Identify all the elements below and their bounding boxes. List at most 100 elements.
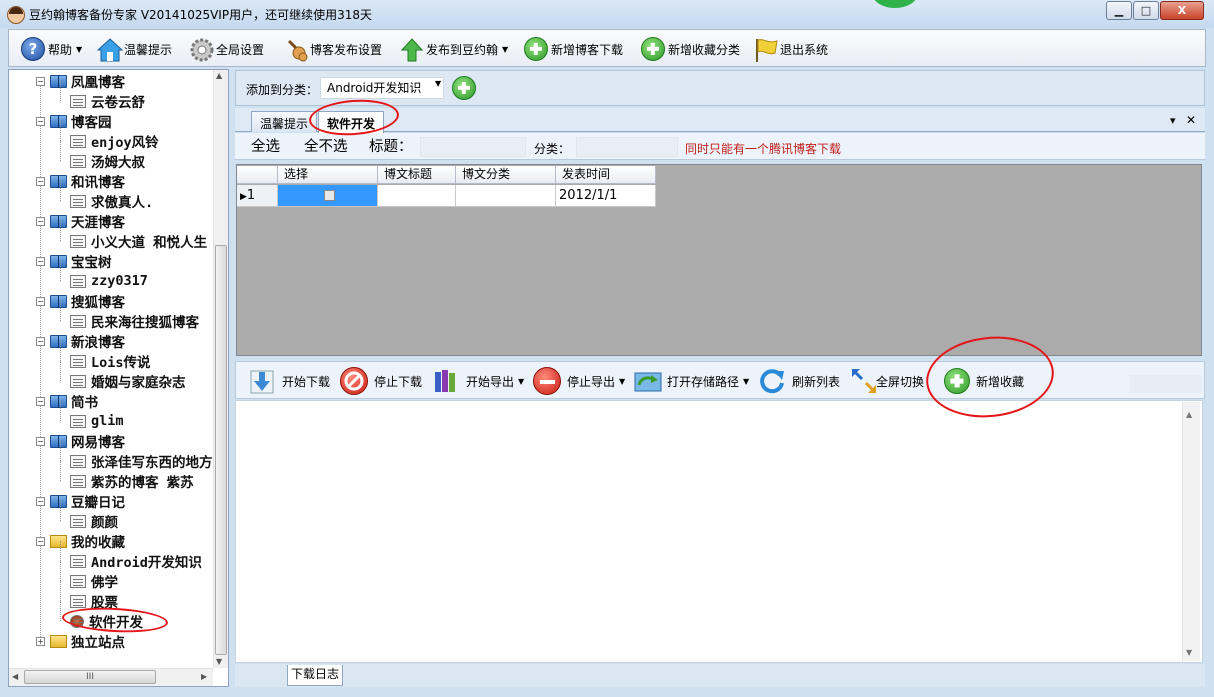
tree-group-item[interactable]: 博客园 (50, 111, 212, 131)
tree-leaf-item[interactable]: 汤姆大叔 (70, 151, 212, 171)
tree-leaf-item[interactable]: 佛学 (70, 571, 212, 591)
maximize-button[interactable]: □ (1133, 1, 1159, 20)
scroll-down-arrow-icon[interactable]: ▼ (216, 657, 222, 666)
tree-group-item[interactable]: 网易博客 (50, 431, 212, 451)
grid-header-category[interactable]: 博文分类 (456, 166, 556, 184)
collapse-toggle-icon[interactable]: − (36, 437, 45, 446)
tree-group-item[interactable]: 和讯博客 (50, 171, 212, 191)
global-settings-button[interactable]: 全局设置 (189, 34, 264, 64)
tree-group-item[interactable]: 天涯博客 (50, 211, 212, 231)
collapse-toggle-icon[interactable]: − (36, 117, 45, 126)
tree-leaf-item[interactable]: 云卷云舒 (70, 91, 212, 111)
blog-book-icon (50, 334, 67, 348)
help-button[interactable]: ? 帮助 ▼ (21, 34, 82, 64)
fullscreen-toggle-button[interactable]: 全屏切换 (850, 365, 924, 397)
collapse-toggle-icon[interactable]: − (36, 337, 45, 346)
flag-icon (753, 37, 778, 62)
collapse-toggle-icon[interactable]: − (36, 217, 45, 226)
tree-group-item[interactable]: 简书 (50, 391, 212, 411)
tab-pin-icon[interactable]: ▾ (1170, 114, 1176, 127)
tree-leaf-item[interactable]: 张泽佳写东西的地方 (70, 451, 212, 471)
tree-group-item[interactable]: 独立站点 (50, 631, 212, 651)
blog-page-icon (70, 574, 86, 588)
tree-leaf-item[interactable]: 婚姻与家庭杂志 (70, 371, 212, 391)
tree-branch-connector (60, 181, 61, 201)
publish-to-doujohn-button[interactable]: 发布到豆约翰 ▼ (399, 34, 508, 64)
tree-leaf-item[interactable]: enjoy风铃 (70, 131, 212, 151)
start-download-button[interactable]: 开始下载 (248, 365, 330, 397)
select-all-button[interactable]: 全选 (251, 135, 280, 156)
table-row[interactable]: ▶1 (237, 185, 278, 207)
tree-horizontal-scroll-thumb[interactable]: III (24, 670, 156, 684)
stop-download-button[interactable]: 停止下载 (340, 365, 422, 397)
tree-group-item[interactable]: 豆瓣日记 (50, 491, 212, 511)
stop-export-button[interactable]: 停止导出 ▼ (533, 365, 625, 397)
tree-leaf-item[interactable]: 求傲真人. (70, 191, 212, 211)
grid-header-date[interactable]: 发表时间 (556, 166, 656, 184)
title-filter-input[interactable] (420, 137, 526, 157)
tree-leaf-item[interactable]: 紫苏的博客 紫苏 (70, 471, 212, 491)
category-select[interactable]: Android开发知识 (320, 77, 444, 99)
row-category-cell[interactable] (456, 185, 556, 207)
scroll-left-arrow-icon[interactable]: ◀ (12, 672, 18, 681)
tree-leaf-item[interactable]: Android开发知识 (70, 551, 212, 571)
tab-download-log[interactable]: 下载日志 (287, 665, 343, 686)
tree-branch-connector (60, 581, 61, 601)
row-index: 1 (246, 188, 256, 203)
grid-header-title[interactable]: 博文标题 (378, 166, 456, 184)
minimize-button[interactable]: ▁ (1106, 1, 1132, 20)
add-category-icon[interactable] (452, 76, 476, 100)
tree-vertical-scroll-thumb[interactable] (215, 245, 227, 655)
tree-leaf-item[interactable]: zzy0317 (70, 271, 212, 291)
row-date-cell[interactable]: 2012/1/1 (556, 185, 656, 207)
start-export-button[interactable]: 开始导出 ▼ (432, 365, 524, 397)
collapse-toggle-icon[interactable]: − (36, 257, 45, 266)
refresh-list-button[interactable]: 刷新列表 (758, 365, 840, 397)
blog-publish-settings-button[interactable]: 博客发布设置 (283, 34, 382, 64)
chevron-down-icon: ▼ (619, 376, 626, 386)
tree-leaf-item[interactable]: 民来海往搜狐博客 (70, 311, 212, 331)
tab-close-icon[interactable]: ✕ (1186, 113, 1196, 127)
add-blog-download-button[interactable]: 新增博客下载 (524, 34, 623, 64)
tree-group-item[interactable]: 凤凰博客 (50, 71, 212, 91)
tree-leaf-item[interactable]: 小义大道 和悦人生 (70, 231, 212, 251)
collapse-toggle-icon[interactable]: − (36, 177, 45, 186)
collapse-toggle-icon[interactable]: − (36, 497, 45, 506)
tree-group-item[interactable]: 宝宝树 (50, 251, 212, 271)
chevron-down-icon: ▼ (743, 376, 750, 386)
exit-button[interactable]: 退出系统 (753, 34, 828, 64)
row-checkbox[interactable] (324, 190, 335, 201)
category-filter-input[interactable] (576, 137, 678, 157)
add-favorite-category-button[interactable]: 新增收藏分类 (641, 34, 740, 64)
tree-leaf-item[interactable]: Lois传说 (70, 351, 212, 371)
row-title-cell[interactable] (378, 185, 456, 207)
collapse-toggle-icon[interactable]: − (36, 537, 45, 546)
tree-group-item[interactable]: 我的收藏 (50, 531, 212, 551)
blog-page-icon (70, 314, 86, 328)
select-none-button[interactable]: 全不选 (304, 135, 348, 156)
tree-leaf-item[interactable]: glim (70, 411, 212, 431)
row-select-cell[interactable] (278, 185, 378, 207)
expand-toggle-icon[interactable]: + (36, 637, 45, 646)
tree-branch-connector (60, 401, 61, 421)
collapse-toggle-icon[interactable]: − (36, 77, 45, 86)
grid-header-select[interactable]: 选择 (278, 166, 378, 184)
tree-group-item[interactable]: 新浪博客 (50, 331, 212, 351)
scroll-up-arrow-icon[interactable]: ▲ (216, 71, 222, 80)
tree-node-label: 汤姆大叔 (91, 155, 145, 171)
tree-leaf-item[interactable]: 颜颜 (70, 511, 212, 531)
tab-tips[interactable]: 温馨提示 (251, 111, 318, 132)
tips-button[interactable]: 温馨提示 (96, 34, 172, 64)
scroll-down-arrow-icon[interactable]: ▼ (1186, 648, 1192, 657)
collapse-toggle-icon[interactable]: − (36, 397, 45, 406)
tree-group-item[interactable]: 搜狐博客 (50, 291, 212, 311)
close-window-button[interactable]: X (1160, 1, 1204, 20)
collapse-toggle-icon[interactable]: − (36, 297, 45, 306)
scroll-up-arrow-icon[interactable]: ▲ (1186, 410, 1192, 419)
tree-branch-connector (60, 121, 61, 141)
log-vertical-scrollbar[interactable] (1182, 402, 1200, 661)
chevron-down-icon[interactable]: ▼ (435, 79, 441, 88)
scroll-right-arrow-icon[interactable]: ▶ (201, 672, 207, 681)
open-storage-path-button[interactable]: 打开存储路径 ▼ (633, 365, 749, 397)
download-log-area[interactable] (235, 400, 1203, 663)
